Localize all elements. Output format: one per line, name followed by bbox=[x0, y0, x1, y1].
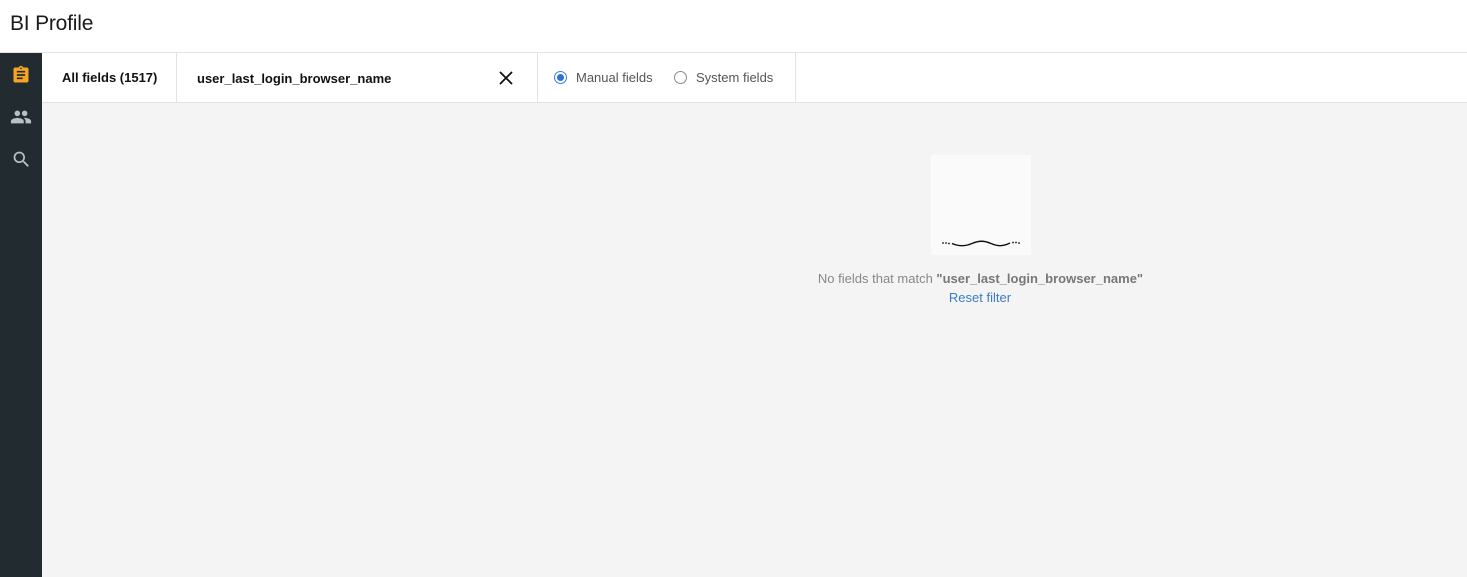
radio-button-checked[interactable] bbox=[554, 71, 567, 84]
clear-search-button[interactable] bbox=[495, 67, 517, 89]
title-bar: BI Profile bbox=[0, 0, 1467, 53]
all-fields-tab[interactable]: All fields (1517) bbox=[42, 53, 177, 102]
sidebar bbox=[0, 53, 42, 577]
people-icon bbox=[10, 110, 32, 124]
empty-state-message: No fields that match "user_last_login_br… bbox=[742, 271, 1219, 286]
wavy-line-icon bbox=[942, 240, 1020, 247]
empty-message-prefix: No fields that match bbox=[817, 271, 937, 286]
app-title: BI Profile bbox=[10, 12, 94, 35]
main-content: No fields that match "user_last_login_br… bbox=[42, 103, 1467, 577]
sidebar-item-people[interactable] bbox=[0, 97, 42, 137]
radio-label: System fields bbox=[696, 70, 774, 85]
toolbar: All fields (1517) Manual fields System f… bbox=[42, 53, 1467, 103]
radio-button-unchecked[interactable] bbox=[674, 71, 687, 84]
search-input[interactable] bbox=[197, 66, 487, 90]
empty-message-query: "user_last_login_browser_name" bbox=[936, 271, 1144, 286]
radio-system-fields[interactable]: System fields bbox=[674, 53, 773, 102]
radio-label: Manual fields bbox=[576, 70, 653, 85]
radio-manual-fields[interactable]: Manual fields bbox=[554, 53, 653, 102]
close-icon bbox=[499, 71, 513, 85]
reset-filter-link[interactable]: Reset filter bbox=[880, 290, 1080, 305]
sidebar-item-search[interactable] bbox=[0, 139, 42, 179]
sidebar-item-fields[interactable] bbox=[0, 55, 42, 95]
search-icon bbox=[13, 151, 29, 167]
search-box bbox=[177, 53, 538, 102]
clipboard-icon bbox=[13, 65, 29, 83]
empty-state-illustration bbox=[931, 155, 1031, 255]
field-type-radio-group: Manual fields System fields bbox=[538, 53, 796, 102]
